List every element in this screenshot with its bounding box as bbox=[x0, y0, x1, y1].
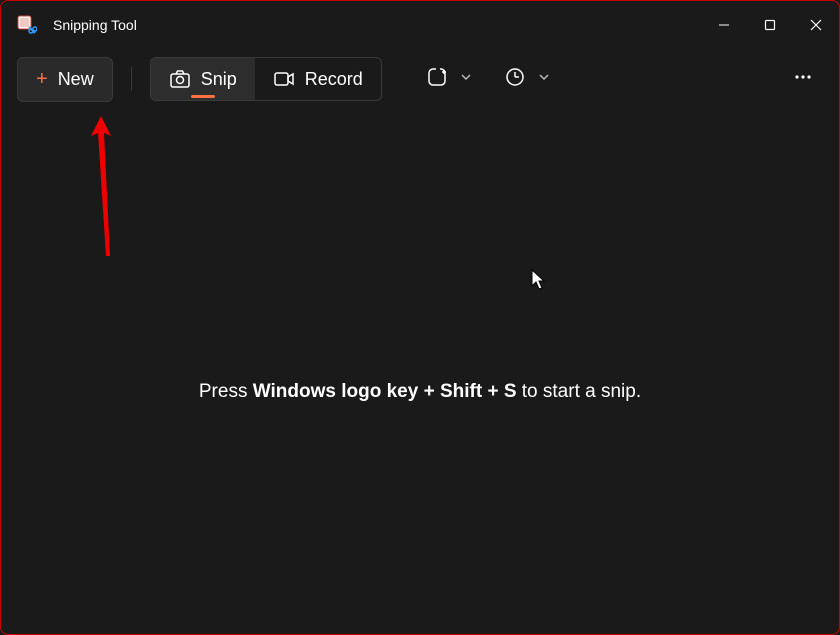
titlebar: Snipping Tool bbox=[1, 1, 839, 49]
close-icon bbox=[810, 19, 822, 31]
ellipsis-icon bbox=[793, 74, 813, 91]
camera-icon bbox=[169, 68, 191, 90]
delay-dropdown[interactable] bbox=[498, 60, 556, 99]
app-title: Snipping Tool bbox=[53, 17, 137, 33]
clock-icon bbox=[504, 66, 526, 93]
close-button[interactable] bbox=[793, 2, 839, 48]
hint-keys: Windows logo key + Shift + S bbox=[253, 381, 517, 402]
hint-prefix: Press bbox=[199, 381, 253, 402]
record-mode-label: Record bbox=[305, 69, 363, 90]
new-button-label: New bbox=[58, 69, 94, 90]
chevron-down-icon bbox=[460, 70, 472, 88]
snip-mode-label: Snip bbox=[201, 69, 237, 90]
toolbar: + New Snip Record bbox=[1, 49, 839, 109]
shape-icon bbox=[426, 66, 448, 93]
content-area: Press Windows logo key + Shift + S to st… bbox=[1, 109, 839, 634]
active-tab-indicator bbox=[191, 95, 215, 98]
video-icon bbox=[273, 68, 295, 90]
record-mode-button[interactable]: Record bbox=[255, 58, 381, 100]
minimize-icon bbox=[718, 19, 730, 31]
snip-mode-button[interactable]: Snip bbox=[151, 58, 255, 100]
toolbar-right bbox=[420, 60, 556, 99]
maximize-button[interactable] bbox=[747, 2, 793, 48]
keyboard-shortcut-hint: Press Windows logo key + Shift + S to st… bbox=[199, 381, 641, 403]
plus-icon: + bbox=[36, 68, 48, 91]
chevron-down-icon bbox=[538, 70, 550, 88]
new-button[interactable]: + New bbox=[17, 57, 113, 102]
toolbar-divider bbox=[131, 67, 132, 91]
window-controls bbox=[701, 2, 839, 48]
maximize-icon bbox=[764, 19, 776, 31]
shape-mode-dropdown[interactable] bbox=[420, 60, 478, 99]
more-options-button[interactable] bbox=[783, 57, 823, 102]
mode-toggle-group: Snip Record bbox=[150, 57, 382, 101]
minimize-button[interactable] bbox=[701, 2, 747, 48]
title-left: Snipping Tool bbox=[17, 15, 137, 35]
hint-suffix: to start a snip. bbox=[517, 381, 642, 402]
app-icon bbox=[17, 15, 37, 35]
